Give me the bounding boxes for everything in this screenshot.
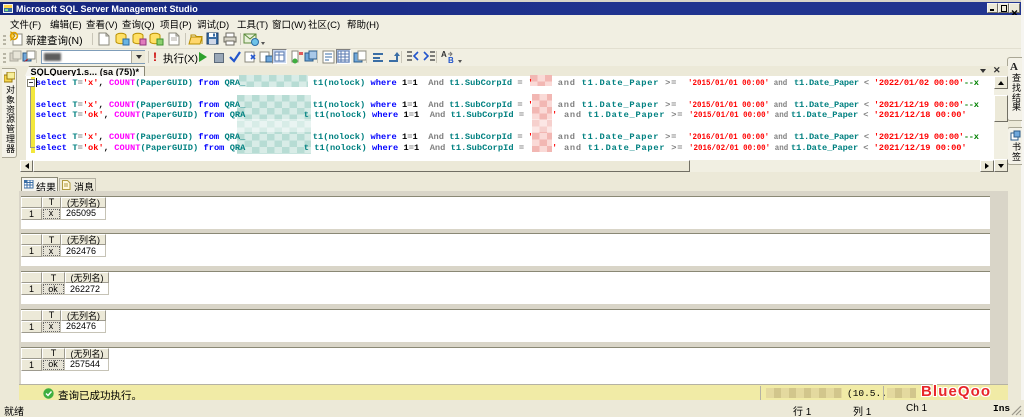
svg-text:A: A [441,50,447,59]
svg-text:A: A [1010,61,1018,72]
svg-text:B: B [448,56,454,65]
